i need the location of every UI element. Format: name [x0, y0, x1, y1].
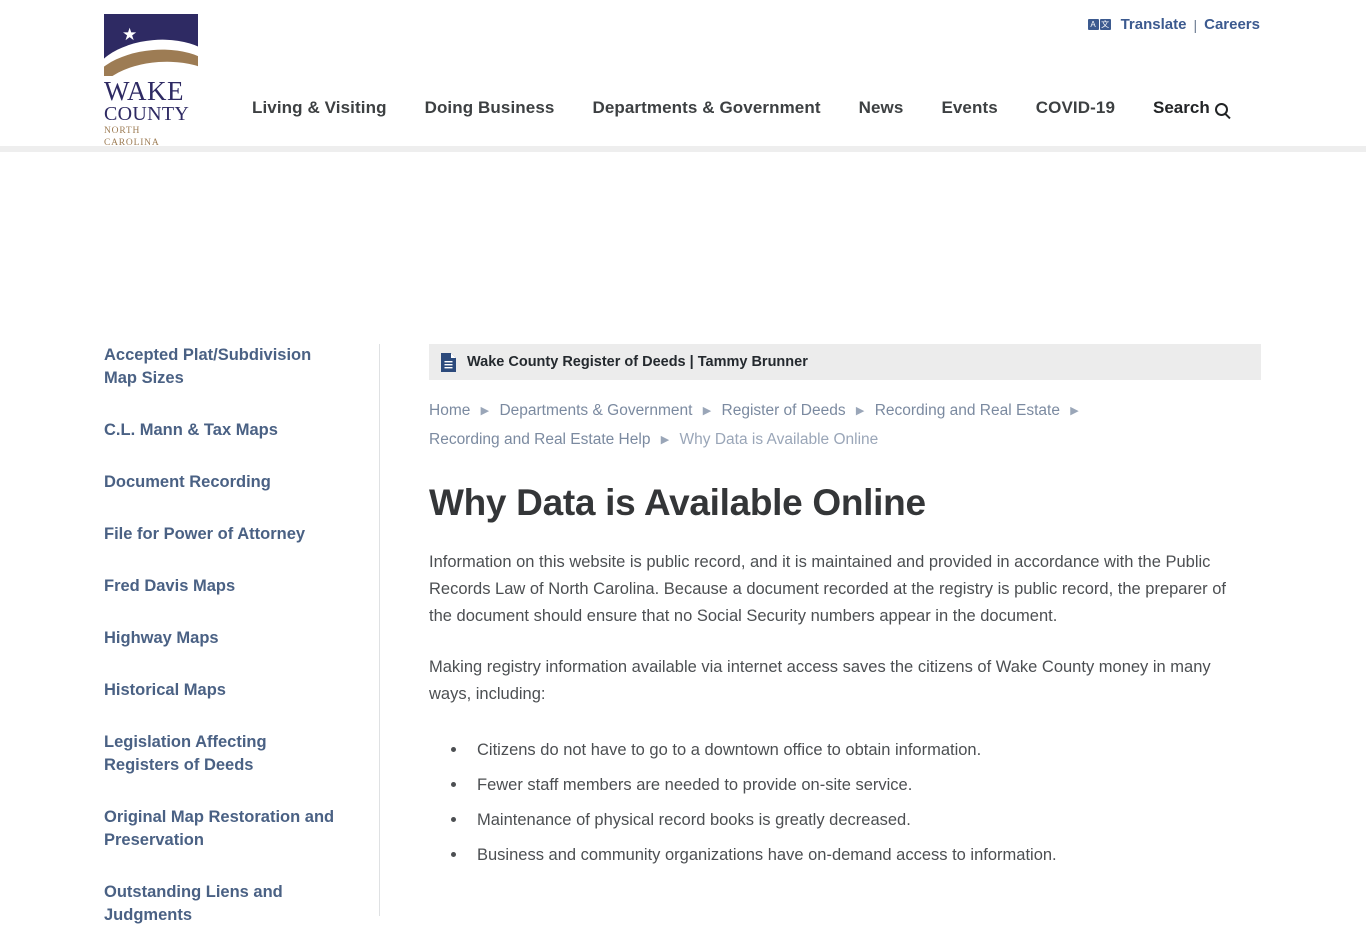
nav-item-events[interactable]: Events: [941, 98, 997, 118]
nav-item-doing-business[interactable]: Doing Business: [425, 98, 555, 118]
sidebar-item-document-recording[interactable]: Document Recording: [104, 471, 340, 494]
search-button[interactable]: Search: [1153, 98, 1228, 118]
nav-item-covid-19[interactable]: COVID-19: [1036, 98, 1115, 118]
intro-paragraph: Information on this website is public re…: [429, 553, 1226, 625]
list-item: Citizens do not have to go to a downtown…: [451, 738, 1261, 762]
sidebar-item-legislation-affecting-registers-of-deeds[interactable]: Legislation Affecting Registers of Deeds: [104, 731, 340, 777]
sidebar-item-historical-maps[interactable]: Historical Maps: [104, 679, 340, 702]
breadcrumb-item-current: Why Data is Available Online: [679, 431, 879, 448]
logo-text-wake: WAKE: [104, 76, 184, 106]
benefits-list: Citizens do not have to go to a downtown…: [429, 738, 1261, 867]
breadcrumb-item-departments-government[interactable]: Departments & Government: [499, 402, 692, 419]
breadcrumb-item-register-of-deeds[interactable]: Register of Deeds: [722, 402, 846, 419]
main-content: Wake County Register of Deeds | Tammy Br…: [429, 344, 1261, 878]
translate-icon-letter-cjk: 文: [1099, 19, 1111, 30]
department-banner: Wake County Register of Deeds | Tammy Br…: [429, 344, 1261, 380]
breadcrumb-item-recording-and-real-estate-help[interactable]: Recording and Real Estate Help: [429, 431, 650, 448]
translate-link[interactable]: Translate: [1121, 16, 1187, 33]
translate-icon-letter-a: A: [1087, 19, 1099, 30]
list-item: Fewer staff members are needed to provid…: [451, 773, 1261, 797]
search-label: Search: [1153, 98, 1210, 117]
breadcrumb-item-home[interactable]: Home: [429, 402, 470, 419]
nav-item-departments-government[interactable]: Departments & Government: [592, 98, 820, 118]
sidebar-item-highway-maps[interactable]: Highway Maps: [104, 627, 340, 650]
page-body: Accepted Plat/Subdivision Map Sizes C.L.…: [0, 148, 1366, 924]
sidebar-item-cl-mann-tax-maps[interactable]: C.L. Mann & Tax Maps: [104, 419, 340, 442]
list-item: Business and community organizations hav…: [451, 843, 1261, 867]
document-icon: [441, 352, 456, 372]
sidebar-item-fred-davis-maps[interactable]: Fred Davis Maps: [104, 575, 340, 598]
sidebar-item-outstanding-liens-and-judgments[interactable]: Outstanding Liens and Judgments: [104, 881, 340, 927]
translate-icon: A 文: [1087, 19, 1111, 30]
section-sidebar: Accepted Plat/Subdivision Map Sizes C.L.…: [104, 344, 380, 924]
sidebar-item-file-for-power-of-attorney[interactable]: File for Power of Attorney: [104, 523, 340, 546]
nav-item-living-visiting[interactable]: Living & Visiting: [252, 98, 387, 118]
breadcrumb-item-recording-and-real-estate[interactable]: Recording and Real Estate: [875, 402, 1060, 419]
site-header: ★ WAKE COUNTY NORTH CAROLINA A 文 Transla…: [0, 0, 1366, 152]
nav-item-news[interactable]: News: [859, 98, 904, 118]
logo-text-county: COUNTY: [104, 103, 190, 125]
page-title: Why Data is Available Online: [429, 482, 926, 523]
department-banner-label: Wake County Register of Deeds | Tammy Br…: [467, 354, 808, 370]
main-navigation: Living & Visiting Doing Business Departm…: [252, 98, 1228, 118]
logo-flag-graphic: ★: [104, 14, 198, 76]
sidebar-item-original-map-restoration-and-preservation[interactable]: Original Map Restoration and Preservatio…: [104, 806, 340, 852]
breadcrumb-separator: ▶: [660, 434, 670, 446]
logo-star-icon: ★: [122, 25, 138, 44]
breadcrumb-separator: ▶: [480, 405, 490, 417]
utility-links: A 文 Translate | Careers: [1087, 16, 1260, 33]
breadcrumb: Home ▶ Departments & Government ▶ Regist…: [429, 397, 1149, 455]
sidebar-item-accepted-plat-subdivision-map-sizes[interactable]: Accepted Plat/Subdivision Map Sizes: [104, 344, 340, 390]
benefits-intro-paragraph: Making registry information available vi…: [429, 658, 1211, 703]
list-item: Maintenance of physical record books is …: [451, 808, 1261, 832]
breadcrumb-separator: ▶: [855, 405, 865, 417]
utility-separator: |: [1193, 16, 1198, 33]
breadcrumb-separator: ▶: [702, 405, 712, 417]
careers-link[interactable]: Careers: [1204, 16, 1260, 33]
breadcrumb-separator: ▶: [1070, 405, 1079, 417]
wake-county-logo[interactable]: ★ WAKE COUNTY NORTH CAROLINA: [104, 14, 198, 148]
search-icon: [1214, 102, 1228, 116]
